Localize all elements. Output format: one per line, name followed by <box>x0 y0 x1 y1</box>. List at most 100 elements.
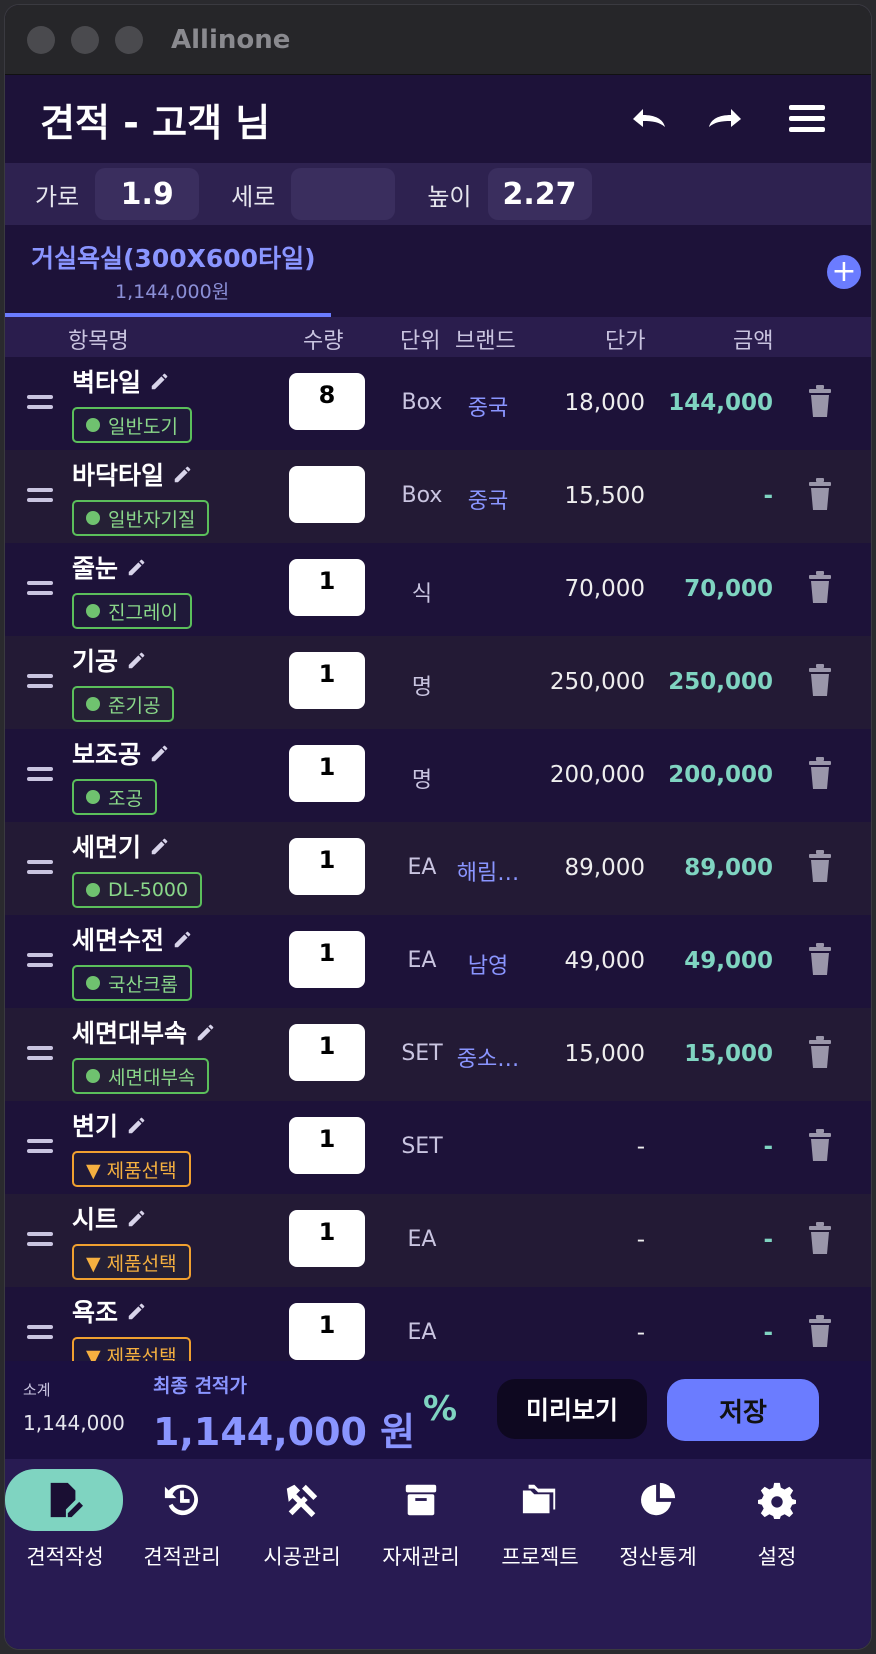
item-option-tag[interactable]: 국산크롬 <box>72 965 192 1001</box>
edit-pencil-icon[interactable] <box>126 556 148 578</box>
tab-archive-box[interactable]: 자재관리 <box>361 1459 481 1649</box>
quantity-input[interactable]: 1 <box>289 652 365 709</box>
col-name: 항목명 <box>68 329 129 354</box>
quantity-input[interactable]: 1 <box>289 1210 365 1267</box>
depth-input[interactable] <box>291 168 396 220</box>
trash-icon[interactable] <box>807 1315 833 1347</box>
item-unit-price: 18,000 <box>564 390 645 416</box>
item-brand[interactable]: 중소… <box>455 1041 521 1073</box>
zoom-window-button[interactable] <box>115 25 143 54</box>
item-brand[interactable]: 남영 <box>455 948 521 980</box>
drag-handle-icon[interactable] <box>27 488 53 504</box>
item-row: 세면대부속 세면대부속 1 SET 중소… 15,000 15,000 <box>5 1008 871 1101</box>
trash-icon[interactable] <box>807 757 833 789</box>
col-brand: 브랜드 <box>455 329 516 354</box>
item-brand[interactable]: 중국 <box>455 483 521 515</box>
status-dot-icon <box>86 976 100 990</box>
undo-icon[interactable] <box>618 90 676 148</box>
item-name[interactable]: 기공 <box>72 642 148 678</box>
window-titlebar: Allinone <box>5 5 871 75</box>
edit-pencil-icon[interactable] <box>126 1207 148 1229</box>
item-option-tag[interactable]: 준기공 <box>72 686 175 722</box>
tab-edit-document[interactable]: 견적작성 <box>5 1459 125 1649</box>
minimize-window-button[interactable] <box>71 25 99 54</box>
edit-pencil-icon[interactable] <box>126 1300 148 1322</box>
trash-icon[interactable] <box>807 664 833 696</box>
item-name[interactable]: 바닥타일 <box>72 456 194 492</box>
discount-percent-button[interactable]: % <box>423 1389 457 1429</box>
item-option-tag[interactable]: ▼ 제품선택 <box>72 1151 191 1187</box>
drag-handle-icon[interactable] <box>27 581 53 597</box>
quantity-input[interactable] <box>289 466 365 523</box>
trash-icon[interactable] <box>807 478 833 510</box>
edit-pencil-icon[interactable] <box>195 1021 217 1043</box>
trash-icon[interactable] <box>807 943 833 975</box>
height-input[interactable]: 2.27 <box>487 168 592 220</box>
drag-handle-icon[interactable] <box>27 395 53 411</box>
quantity-input[interactable]: 1 <box>289 931 365 988</box>
drag-handle-icon[interactable] <box>27 953 53 969</box>
drag-handle-icon[interactable] <box>27 860 53 876</box>
dimensions-bar: 가로 1.9 세로 높이 2.27 <box>5 163 871 225</box>
item-brand[interactable]: 중국 <box>455 390 521 422</box>
trash-icon[interactable] <box>807 1222 833 1254</box>
edit-pencil-icon[interactable] <box>172 463 194 485</box>
item-name[interactable]: 줄눈 <box>72 549 148 585</box>
drag-handle-icon[interactable] <box>27 1232 53 1248</box>
add-section-button[interactable]: + <box>827 255 861 289</box>
edit-pencil-icon[interactable] <box>149 370 171 392</box>
menu-icon[interactable] <box>778 90 836 148</box>
item-amount: - <box>763 1134 773 1160</box>
close-window-button[interactable] <box>27 25 55 54</box>
item-name[interactable]: 변기 <box>72 1107 148 1143</box>
item-name[interactable]: 세면수전 <box>72 921 194 957</box>
edit-pencil-icon[interactable] <box>126 649 148 671</box>
item-name[interactable]: 벽타일 <box>72 363 171 399</box>
trash-icon[interactable] <box>807 385 833 417</box>
tab-folders[interactable]: 프로젝트 <box>480 1459 600 1649</box>
trash-icon[interactable] <box>807 1036 833 1068</box>
item-name[interactable]: 세면기 <box>72 828 171 864</box>
item-option-tag[interactable]: ▼ 제품선택 <box>72 1244 191 1280</box>
width-input[interactable]: 1.9 <box>95 168 200 220</box>
tab-gear[interactable]: 설정 <box>717 1459 837 1649</box>
item-name[interactable]: 세면대부속 <box>72 1014 217 1050</box>
edit-pencil-icon[interactable] <box>149 835 171 857</box>
item-brand[interactable]: 해림… <box>455 855 521 887</box>
quantity-input[interactable]: 1 <box>289 1024 365 1081</box>
quantity-input[interactable]: 8 <box>289 373 365 430</box>
trash-icon[interactable] <box>807 1129 833 1161</box>
item-option-tag[interactable]: 세면대부속 <box>72 1058 210 1094</box>
item-option-tag[interactable]: 조공 <box>72 779 157 815</box>
edit-pencil-icon[interactable] <box>172 928 194 950</box>
drag-handle-icon[interactable] <box>27 1046 53 1062</box>
quantity-input[interactable]: 1 <box>289 559 365 616</box>
drag-handle-icon[interactable] <box>27 1139 53 1155</box>
item-name[interactable]: 시트 <box>72 1200 148 1236</box>
item-option-tag[interactable]: 진그레이 <box>72 593 192 629</box>
redo-icon[interactable] <box>698 90 756 148</box>
tab-tools[interactable]: 시공관리 <box>242 1459 362 1649</box>
quantity-input[interactable]: 1 <box>289 838 365 895</box>
edit-pencil-icon[interactable] <box>149 742 171 764</box>
section-tab[interactable]: 거실욕실(300X600타일) 1,144,000원 + <box>5 225 871 317</box>
quantity-input[interactable]: 1 <box>289 1303 365 1360</box>
item-option-tag[interactable]: 일반자기질 <box>72 500 210 536</box>
trash-icon[interactable] <box>807 571 833 603</box>
edit-pencil-icon[interactable] <box>126 1114 148 1136</box>
item-amount: - <box>763 1320 773 1346</box>
quantity-input[interactable]: 1 <box>289 1117 365 1174</box>
quantity-input[interactable]: 1 <box>289 745 365 802</box>
tab-pie-chart[interactable]: 정산통계 <box>598 1459 718 1649</box>
tab-history[interactable]: 견적관리 <box>122 1459 242 1649</box>
item-option-tag[interactable]: 일반도기 <box>72 407 192 443</box>
drag-handle-icon[interactable] <box>27 674 53 690</box>
drag-handle-icon[interactable] <box>27 1325 53 1341</box>
trash-icon[interactable] <box>807 850 833 882</box>
preview-button[interactable]: 미리보기 <box>497 1379 647 1439</box>
item-name[interactable]: 보조공 <box>72 735 171 771</box>
drag-handle-icon[interactable] <box>27 767 53 783</box>
item-option-tag[interactable]: DL-5000 <box>72 872 203 908</box>
item-name[interactable]: 욕조 <box>72 1293 148 1329</box>
save-button[interactable]: 저장 <box>667 1379 819 1441</box>
